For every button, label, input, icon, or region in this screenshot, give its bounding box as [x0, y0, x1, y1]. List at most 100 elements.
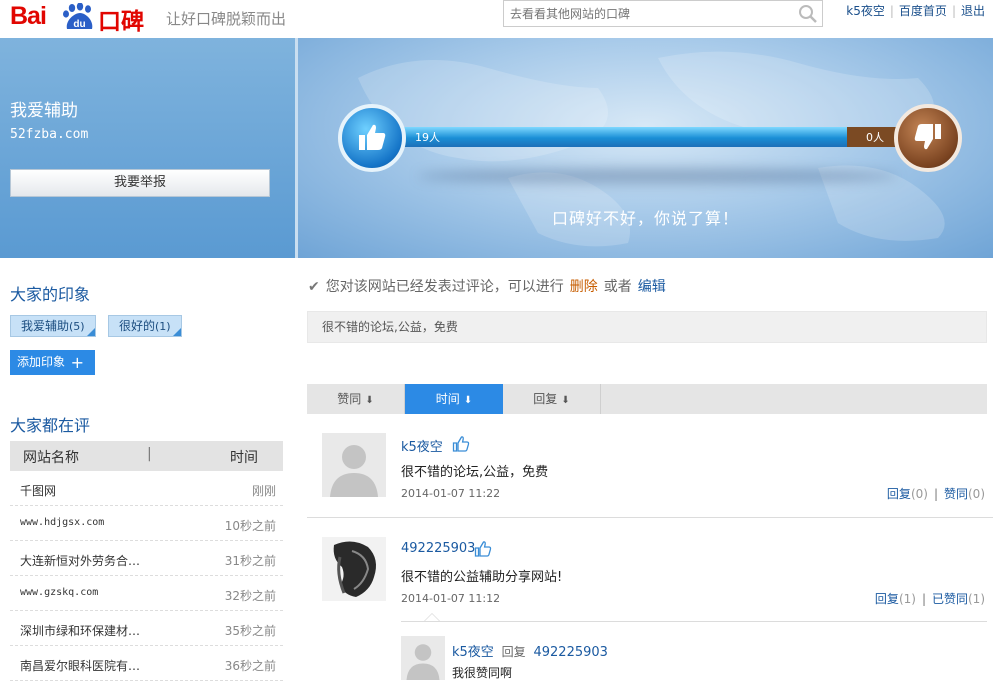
- comment-time: 2014-01-07 11:22: [401, 487, 501, 500]
- comment-text: 很不错的论坛,公益，免费: [401, 465, 549, 480]
- notice-text: 您对该网站已经发表过评论，可以进行: [325, 279, 564, 295]
- baidu-home-link[interactable]: 百度首页: [899, 4, 947, 18]
- notice-or: 或者: [603, 279, 632, 295]
- reply-target-username[interactable]: 492225903: [533, 645, 607, 660]
- reply-link[interactable]: 回复: [875, 592, 899, 606]
- sort-bar: 赞同 ⬇ 时间 ⬇ 回复 ⬇: [307, 384, 987, 414]
- comment-time: 2014-01-07 11:12: [401, 592, 501, 605]
- user-bar: k5夜空 | 百度首页 | 退出: [846, 4, 985, 18]
- avatar[interactable]: [401, 636, 445, 680]
- comment-text: 很不错的公益辅助分享网站!: [401, 570, 563, 585]
- avatar[interactable]: [322, 537, 386, 601]
- vote-ratio-fill: [388, 127, 847, 147]
- reply-pointer: [424, 613, 440, 621]
- vote-panel: 19人 0人 口碑好不好，你说了算！: [298, 38, 993, 258]
- reply-text: 我很赞同啊: [452, 666, 513, 680]
- like-link[interactable]: 赞同: [944, 487, 968, 501]
- vote-tagline: 口碑好不好，你说了算！: [551, 209, 739, 228]
- default-avatar-icon: [322, 433, 386, 497]
- vote-ratio-bar: [388, 127, 928, 147]
- sort-tab-time[interactable]: 时间 ⬇: [405, 384, 503, 414]
- already-commented-notice: ✔ 您对该网站已经发表过评论，可以进行 删除 或者 编辑: [308, 276, 666, 296]
- ranking-site-name[interactable]: 千图网: [20, 482, 56, 499]
- delete-comment-link[interactable]: 删除: [570, 279, 598, 295]
- logout-link[interactable]: 退出: [961, 4, 985, 18]
- logo-koubei-text: 口碑: [98, 8, 144, 34]
- ranking-row[interactable]: 千图网 刚刚: [10, 471, 283, 506]
- ranking-time: 35秒之前: [224, 624, 276, 638]
- baidu-koubei-logo[interactable]: Bai du 口碑: [10, 2, 150, 34]
- avatar[interactable]: [322, 433, 386, 497]
- logo-bai-text: Bai: [10, 2, 47, 30]
- ranking-site-name[interactable]: 南昌爱尔眼科医院有…: [20, 657, 140, 674]
- search-icon[interactable]: [798, 4, 818, 24]
- my-comment-box: 很不错的论坛,公益，免费: [307, 311, 987, 343]
- slogan: 让好口碑脱颖而出: [166, 10, 287, 28]
- add-impression-label: 添加印象: [17, 355, 66, 369]
- like-count: (0): [968, 487, 985, 501]
- site-url: 52fzba.com: [10, 127, 89, 142]
- impression-tag-count: (5): [69, 320, 85, 333]
- like-link[interactable]: 已赞同: [932, 592, 968, 606]
- vote-up-count: 19人: [415, 131, 440, 144]
- search-input[interactable]: [504, 1, 784, 26]
- ranking-time: 10秒之前: [224, 519, 276, 533]
- ranking-site-name[interactable]: 深圳市绿和环保建材…: [20, 622, 140, 639]
- arrow-down-icon: ⬇: [463, 395, 473, 406]
- ranking-site-name[interactable]: www.gzskq.com: [20, 587, 98, 598]
- impression-tag-count: (1): [155, 320, 171, 333]
- sort-tab-likes[interactable]: 赞同 ⬇: [307, 384, 405, 414]
- edit-comment-link[interactable]: 编辑: [638, 279, 666, 295]
- impression-tag[interactable]: 我爱辅助(5): [10, 315, 96, 337]
- vote-down-button[interactable]: [894, 104, 962, 172]
- ranking-site-name[interactable]: 大连新恒对外劳务合…: [20, 552, 140, 569]
- impressions-title: 大家的印象: [10, 285, 91, 304]
- reply-count: (0): [910, 487, 928, 501]
- reply-header: k5夜空 回复 492225903: [452, 641, 608, 660]
- thumbs-up-icon: [474, 541, 492, 557]
- ranking-row[interactable]: www.hdjgsx.com 10秒之前: [10, 506, 283, 541]
- sort-tab-label: 赞同: [337, 392, 362, 406]
- ranking-site-name[interactable]: www.hdjgsx.com: [20, 517, 104, 528]
- arrow-down-icon: ⬇: [561, 395, 570, 406]
- ranking-row[interactable]: www.gzskq.com 32秒之前: [10, 576, 283, 611]
- site-name: 我爱辅助: [10, 101, 78, 121]
- vote-up-button[interactable]: [338, 104, 406, 172]
- impression-tag-label: 我爱辅助: [21, 319, 70, 333]
- comment-actions: 回复(1) | 已赞同(1): [875, 590, 985, 607]
- user-avatar-image: [322, 537, 386, 601]
- ranking-row[interactable]: 深圳市绿和环保建材… 35秒之前: [10, 611, 283, 646]
- add-impression-button[interactable]: 添加印象 +: [10, 350, 95, 375]
- arrow-down-icon: ⬇: [365, 395, 374, 406]
- ranking-row[interactable]: 南昌爱尔眼科医院有… 36秒之前: [10, 646, 283, 681]
- ranking-time: 36秒之前: [224, 659, 276, 673]
- sort-tab-label: 时间: [435, 392, 460, 406]
- vote-down-count: 0人: [866, 131, 884, 144]
- plus-icon: +: [70, 353, 84, 372]
- comment-actions: 回复(0) | 赞同(0): [887, 485, 985, 502]
- reply-link[interactable]: 回复: [887, 487, 911, 501]
- ranking-row[interactable]: 大连新恒对外劳务合… 31秒之前: [10, 541, 283, 576]
- thumbs-up-icon: [359, 124, 386, 150]
- comment-username[interactable]: 492225903: [401, 541, 475, 556]
- sort-tab-replies[interactable]: 回复 ⬇: [503, 384, 601, 414]
- reply-count: (1): [898, 592, 916, 606]
- reply-verb: 回复: [501, 645, 526, 659]
- like-count: (1): [968, 592, 985, 606]
- check-icon: ✔: [308, 279, 320, 295]
- thumbs-down-icon: [914, 124, 941, 150]
- ranking-time: 32秒之前: [224, 589, 276, 603]
- report-button[interactable]: 我要举报: [10, 169, 270, 197]
- baidu-paw-icon: du: [63, 3, 93, 30]
- impression-tag-label: 很好的: [119, 319, 156, 333]
- search-box: [503, 0, 823, 27]
- ranking-time: 31秒之前: [224, 554, 276, 568]
- default-avatar-icon: [401, 636, 445, 680]
- reply-username[interactable]: k5夜空: [452, 645, 494, 660]
- thumbs-up-icon: [452, 436, 470, 452]
- impression-tag[interactable]: 很好的(1): [108, 315, 182, 337]
- username-link[interactable]: k5夜空: [846, 4, 885, 18]
- bar-shadow: [418, 168, 898, 184]
- comment-username[interactable]: k5夜空: [401, 436, 443, 455]
- action-divider: |: [921, 592, 926, 606]
